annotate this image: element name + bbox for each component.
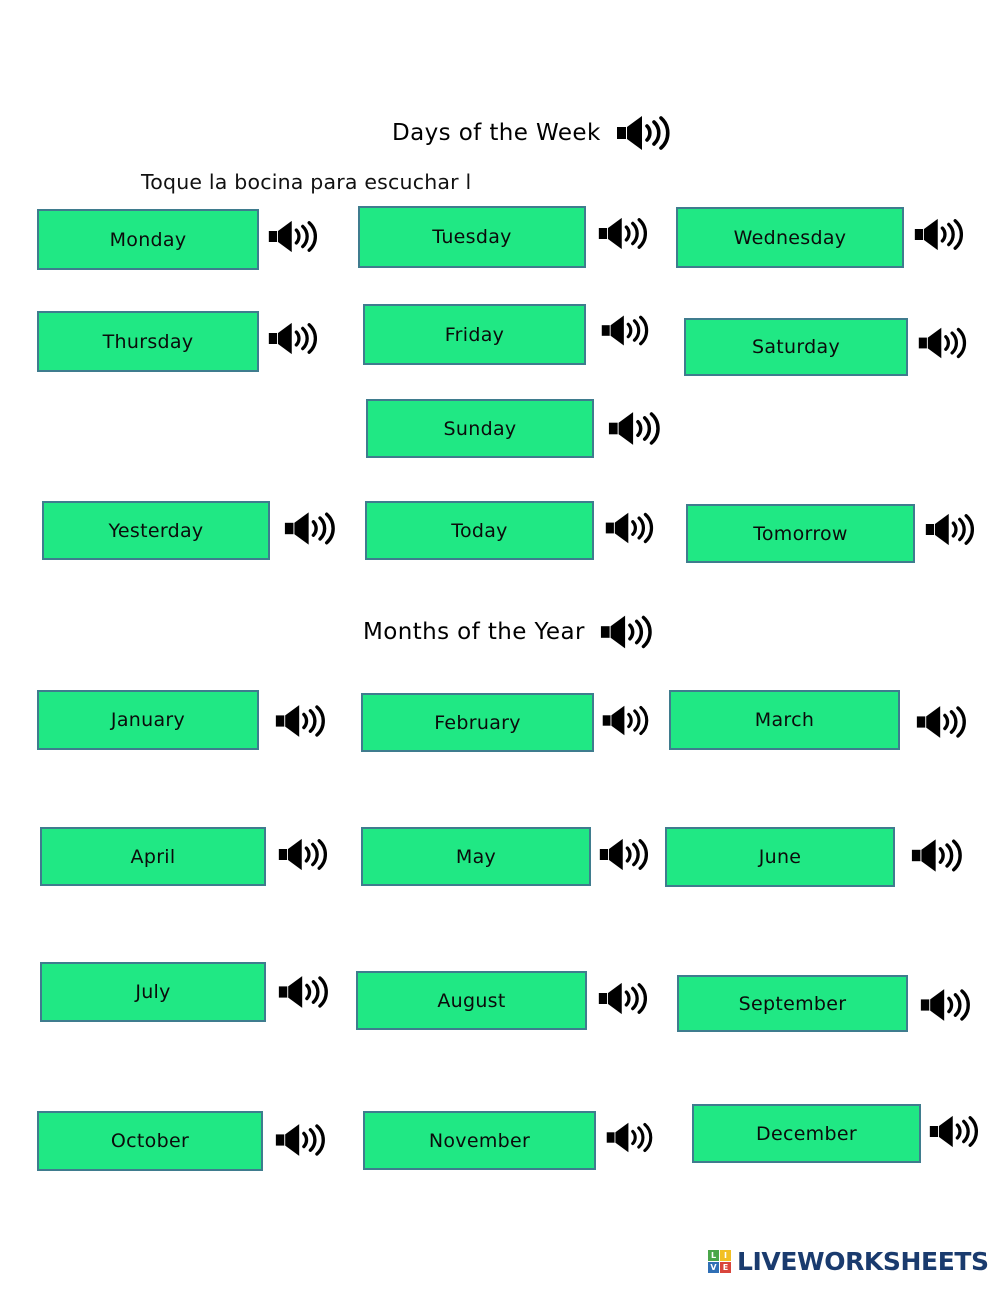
audio-chip-august[interactable]: August xyxy=(356,971,587,1030)
chip-label: August xyxy=(437,989,506,1012)
chip-label: January xyxy=(110,709,186,731)
audio-chip-sunday[interactable]: Sunday xyxy=(366,399,594,458)
worksheet-page: Days of the Week Toque la bocina para es… xyxy=(0,0,1000,1291)
speaker-icon[interactable] xyxy=(601,698,653,743)
audio-chip-saturday[interactable]: Saturday xyxy=(684,318,908,376)
audio-chip-december[interactable]: December xyxy=(692,1104,921,1163)
speaker-icon[interactable] xyxy=(267,213,322,260)
speaker-icon[interactable] xyxy=(919,981,975,1029)
speaker-icon[interactable] xyxy=(604,505,658,551)
speaker-icon[interactable] xyxy=(917,320,971,366)
audio-chip-thursday[interactable]: Thursday xyxy=(37,311,259,372)
liveworksheets-tiles: L I V E xyxy=(708,1250,731,1273)
chip-label: April xyxy=(130,845,176,868)
chip-label: Tomorrow xyxy=(753,522,848,545)
chip-label: September xyxy=(738,992,847,1015)
chip-label: June xyxy=(758,846,802,868)
audio-chip-yesterday[interactable]: Yesterday xyxy=(42,501,270,560)
speaker-icon[interactable] xyxy=(913,211,968,258)
audio-chip-november[interactable]: November xyxy=(363,1111,596,1170)
chip-label: Monday xyxy=(109,228,187,251)
speaker-icon[interactable] xyxy=(283,504,340,553)
chip-label: October xyxy=(110,1130,190,1152)
liveworksheets-wordmark: LIVEWORKSHEETS xyxy=(737,1247,989,1276)
chip-label: July xyxy=(135,981,171,1003)
chip-label: Friday xyxy=(444,323,505,346)
chip-label: March xyxy=(754,709,815,731)
audio-chip-february[interactable]: February xyxy=(361,693,594,752)
audio-chip-friday[interactable]: Friday xyxy=(363,304,586,365)
speaker-icon[interactable] xyxy=(928,1108,983,1155)
audio-chip-tomorrow[interactable]: Tomorrow xyxy=(686,504,915,563)
section-title-days: Days of the Week xyxy=(392,120,601,146)
audio-chip-march[interactable]: March xyxy=(669,690,900,750)
chip-label: December xyxy=(756,1122,857,1145)
audio-chip-january[interactable]: January xyxy=(37,690,259,750)
speaker-icon[interactable] xyxy=(597,975,652,1022)
speaker-icon[interactable] xyxy=(274,1116,330,1164)
audio-chip-tuesday[interactable]: Tuesday xyxy=(358,206,586,268)
speaker-icon[interactable] xyxy=(277,968,333,1016)
speaker-icon[interactable] xyxy=(615,113,675,153)
section-heading-months: Months of the Year xyxy=(363,612,657,652)
audio-chip-april[interactable]: April xyxy=(40,827,266,886)
audio-chip-wednesday[interactable]: Wednesday xyxy=(676,207,904,268)
audio-chip-today[interactable]: Today xyxy=(365,501,594,560)
section-heading-days: Days of the Week xyxy=(392,113,675,153)
chip-label: Today xyxy=(451,519,508,542)
speaker-icon[interactable] xyxy=(598,831,653,878)
speaker-icon[interactable] xyxy=(267,315,322,362)
speaker-icon[interactable] xyxy=(605,1115,657,1160)
speaker-icon[interactable] xyxy=(274,697,330,745)
audio-chip-september[interactable]: September xyxy=(677,975,908,1032)
audio-chip-october[interactable]: October xyxy=(37,1111,263,1171)
logo-tile-v: V xyxy=(708,1262,719,1273)
section-title-months: Months of the Year xyxy=(363,619,585,645)
chip-label: Sunday xyxy=(443,417,517,440)
speaker-icon[interactable] xyxy=(600,308,653,353)
audio-chip-monday[interactable]: Monday xyxy=(37,209,259,270)
chip-label: May xyxy=(455,845,497,868)
instructions-text: Toque la bocina para escuchar l xyxy=(141,170,472,194)
speaker-icon[interactable] xyxy=(915,698,971,746)
chip-label: February xyxy=(434,711,521,734)
speaker-icon[interactable] xyxy=(924,506,979,553)
speaker-icon[interactable] xyxy=(607,404,665,453)
liveworksheets-logo[interactable]: L I V E LIVEWORKSHEETS xyxy=(708,1247,989,1276)
chip-label: November xyxy=(428,1129,531,1152)
chip-label: Yesterday xyxy=(108,519,204,542)
logo-tile-i: I xyxy=(720,1250,731,1261)
logo-tile-e: E xyxy=(720,1262,731,1273)
speaker-icon[interactable] xyxy=(277,831,332,878)
chip-label: Thursday xyxy=(102,330,194,353)
chip-label: Saturday xyxy=(751,336,841,358)
speaker-icon[interactable] xyxy=(597,210,652,257)
speaker-icon[interactable] xyxy=(910,831,967,880)
audio-chip-may[interactable]: May xyxy=(361,827,591,886)
chip-label: Tuesday xyxy=(432,226,512,248)
logo-tile-l: L xyxy=(708,1250,719,1261)
speaker-icon[interactable] xyxy=(599,612,657,652)
audio-chip-june[interactable]: June xyxy=(665,827,895,887)
chip-label: Wednesday xyxy=(733,226,847,249)
audio-chip-july[interactable]: July xyxy=(40,962,266,1022)
